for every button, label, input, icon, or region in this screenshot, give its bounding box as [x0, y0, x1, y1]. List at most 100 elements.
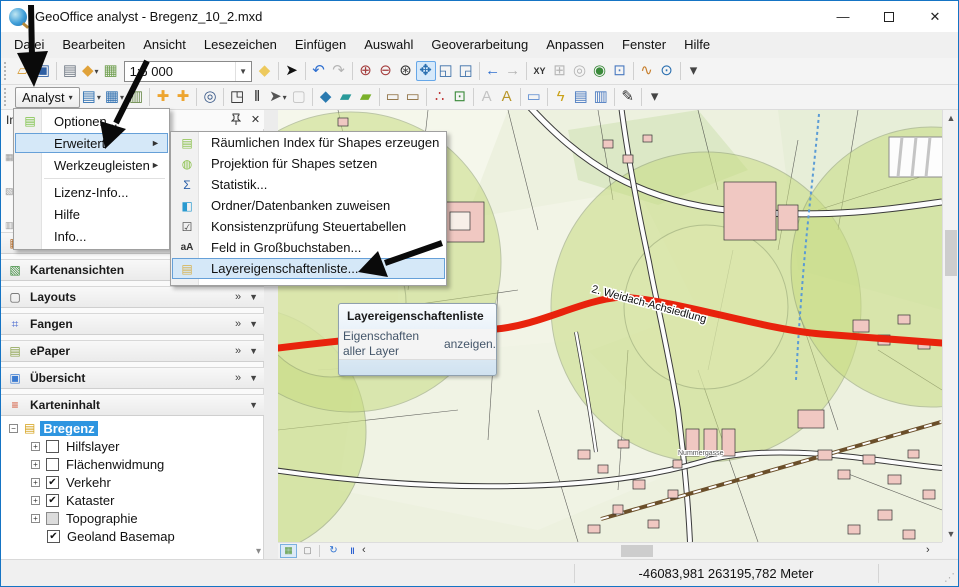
open-table-icon[interactable]: ▥	[126, 87, 146, 107]
sidebar-panel-fangen[interactable]: ⌗Fangen»▼	[1, 313, 264, 335]
layer-checkbox[interactable]: ✔	[46, 494, 59, 507]
menu-item-werkzeugleisten[interactable]: Werkzeugleisten►	[16, 155, 167, 175]
menu-item-hilfe[interactable]: Hilfe	[16, 204, 167, 224]
label-layer-icon[interactable]: A	[497, 87, 517, 107]
close-button[interactable]: ✕	[912, 1, 958, 32]
viewer-window-icon[interactable]: ⊡	[610, 61, 630, 81]
layers-green-icon[interactable]: ▰	[356, 87, 376, 107]
expand-icon[interactable]: +	[31, 496, 40, 505]
layer-checkbox[interactable]: ✔	[47, 530, 60, 543]
tree-scroll-down-icon[interactable]: ▾	[256, 546, 261, 557]
globe-icon[interactable]: ◉	[590, 61, 610, 81]
menu-lesezeichen[interactable]: Lesezeichen	[195, 32, 286, 58]
search-binoculars-icon[interactable]: ◎	[200, 87, 220, 107]
menu-datei[interactable]: Datei	[5, 32, 53, 58]
layer-checkbox[interactable]	[46, 440, 59, 453]
measure-area-icon[interactable]: ▭	[403, 87, 423, 107]
minimize-button[interactable]: —	[820, 1, 866, 32]
tree-layer-geoland-basemap[interactable]: ✔Geoland Basemap	[31, 527, 175, 545]
submenu-item-statistik---[interactable]: ΣStatistik...	[173, 174, 444, 195]
layers-blue-icon[interactable]: ▰	[336, 87, 356, 107]
toolbar-grip[interactable]	[4, 62, 9, 80]
redo-icon[interactable]: ↷	[329, 61, 349, 81]
connect-tool-icon[interactable]: ✚	[153, 87, 173, 107]
tree-layer-hilfslayer[interactable]: +Hilfslayer	[31, 437, 119, 455]
chevron-double-icon[interactable]: »	[235, 345, 241, 357]
back-extent-icon[interactable]: ←	[483, 61, 503, 81]
toolbar-grip[interactable]	[4, 88, 9, 106]
collapse-icon[interactable]: −	[9, 424, 18, 433]
clear-selection-icon[interactable]: ▢	[289, 87, 309, 107]
submenu-item-r-umlichen-index-f-r-shapes-erzeugen[interactable]: ▤Räumlichen Index für Shapes erzeugen	[173, 132, 444, 153]
pin-icon[interactable]	[227, 111, 244, 127]
expand-icon[interactable]: +	[31, 478, 40, 487]
undo-icon[interactable]: ↶	[309, 61, 329, 81]
go-to-xy-icon[interactable]: XY	[530, 61, 550, 81]
chevron-down-icon[interactable]: ▼	[249, 319, 258, 329]
tree-layer-verkehr[interactable]: +✔Verkehr	[31, 473, 111, 491]
export-map-icon[interactable]: ⊡	[450, 87, 470, 107]
route-icon[interactable]: ∿	[637, 61, 657, 81]
close-icon[interactable]: ✕	[247, 111, 264, 127]
lens-icon[interactable]: ◎	[570, 61, 590, 81]
open-project-icon[interactable]: ▱	[13, 61, 33, 81]
analyst-menu-button[interactable]: Analyst ▾	[15, 87, 80, 108]
sidebar-panel-übersicht[interactable]: ▣Übersicht»▼	[1, 367, 264, 389]
tree-layer-fl-chenwidmung[interactable]: +Flächenwidmung	[31, 455, 164, 473]
html-popup-icon[interactable]: ▥	[591, 87, 611, 107]
measure-icon[interactable]: ▭	[383, 87, 403, 107]
zoom-out-icon[interactable]: ⊖	[376, 61, 396, 81]
chevron-down-icon[interactable]: ▼	[249, 373, 258, 383]
scroll-up-icon[interactable]: ▲	[943, 110, 959, 126]
fixed-zoom-in-icon[interactable]: ◱	[436, 61, 456, 81]
forward-extent-icon[interactable]: →	[503, 61, 523, 81]
scroll-down-icon[interactable]: ▼	[943, 526, 959, 542]
menu-item-info---[interactable]: Info...	[16, 226, 167, 246]
sketch-icon[interactable]: ✎	[618, 87, 638, 107]
menu-fenster[interactable]: Fenster	[613, 32, 675, 58]
sidebar-panel-epaper[interactable]: ▤ePaper»▼	[1, 340, 264, 362]
expand-icon[interactable]: +	[31, 514, 40, 523]
submenu-item-feld-in-gro-buchstaben---[interactable]: aAFeld in Großbuchstaben...	[173, 237, 444, 258]
tree-layer-kataster[interactable]: +✔Kataster	[31, 491, 114, 509]
resize-grip[interactable]: ⋰	[944, 571, 955, 584]
refresh-button[interactable]: ↻	[325, 544, 342, 558]
zoom-full-extent-icon[interactable]: ⊛	[396, 61, 416, 81]
menu-item-lizenz-info---[interactable]: Lizenz-Info...	[16, 182, 167, 202]
expand-icon[interactable]: +	[31, 442, 40, 451]
menu-auswahl[interactable]: Auswahl	[355, 32, 422, 58]
magnifier-window-icon[interactable]: ⊞	[550, 61, 570, 81]
edit-vertices-icon[interactable]: ∴	[430, 87, 450, 107]
menu-ansicht[interactable]: Ansicht	[134, 32, 195, 58]
toolbar-overflow-icon[interactable]: ▾	[645, 87, 665, 107]
print-icon[interactable]: ▤	[60, 61, 80, 81]
chevron-down-icon[interactable]: ▼	[235, 62, 251, 81]
menu-bearbeiten[interactable]: Bearbeiten	[53, 32, 134, 58]
menu-geoverarbeitung[interactable]: Geoverarbeitung	[422, 32, 537, 58]
map-horizontal-scrollbar[interactable]: ▦ ▢ ↻ ‖ ‹ ›	[278, 542, 942, 558]
submenu-item-ordner-datenbanken-zuweisen[interactable]: ◧Ordner/Datenbanken zuweisen	[173, 195, 444, 216]
menu-anpassen[interactable]: Anpassen	[537, 32, 613, 58]
select-features-icon[interactable]: ➤▾	[267, 87, 289, 107]
picture-icon[interactable]: ▦	[101, 61, 121, 81]
map-vertical-scrollbar[interactable]: ▲ ▼	[942, 110, 958, 542]
chevron-down-icon[interactable]: ▼	[249, 346, 258, 356]
zoom-in-icon[interactable]: ⊕	[356, 61, 376, 81]
chevron-down-icon[interactable]: ▼	[249, 400, 258, 410]
identify-xy-icon[interactable]: ⊙	[657, 61, 677, 81]
flash-icon[interactable]: ϟ	[551, 87, 571, 107]
chevron-down-icon[interactable]: ▼	[249, 292, 258, 302]
hyperlink-icon[interactable]: ▤	[571, 87, 591, 107]
spatial-bookmark-icon[interactable]: ◆	[255, 61, 275, 81]
pan-icon[interactable]: ✥	[416, 61, 436, 81]
submenu-item-layereigenschaftenliste---[interactable]: ▤Layereigenschaftenliste...	[172, 258, 445, 279]
fixed-zoom-out-icon[interactable]: ◲	[456, 61, 476, 81]
horizontal-scroll-thumb[interactable]	[621, 545, 653, 557]
vertical-scroll-thumb[interactable]	[945, 230, 957, 276]
edit-attributes-icon[interactable]: ▦▾	[103, 87, 126, 107]
callout-icon[interactable]: ▭	[524, 87, 544, 107]
menu-hilfe[interactable]: Hilfe	[675, 32, 719, 58]
map-view-button[interactable]: ▦	[280, 544, 297, 558]
chevron-double-icon[interactable]: »	[235, 291, 241, 303]
save-icon[interactable]: ▣	[33, 61, 53, 81]
